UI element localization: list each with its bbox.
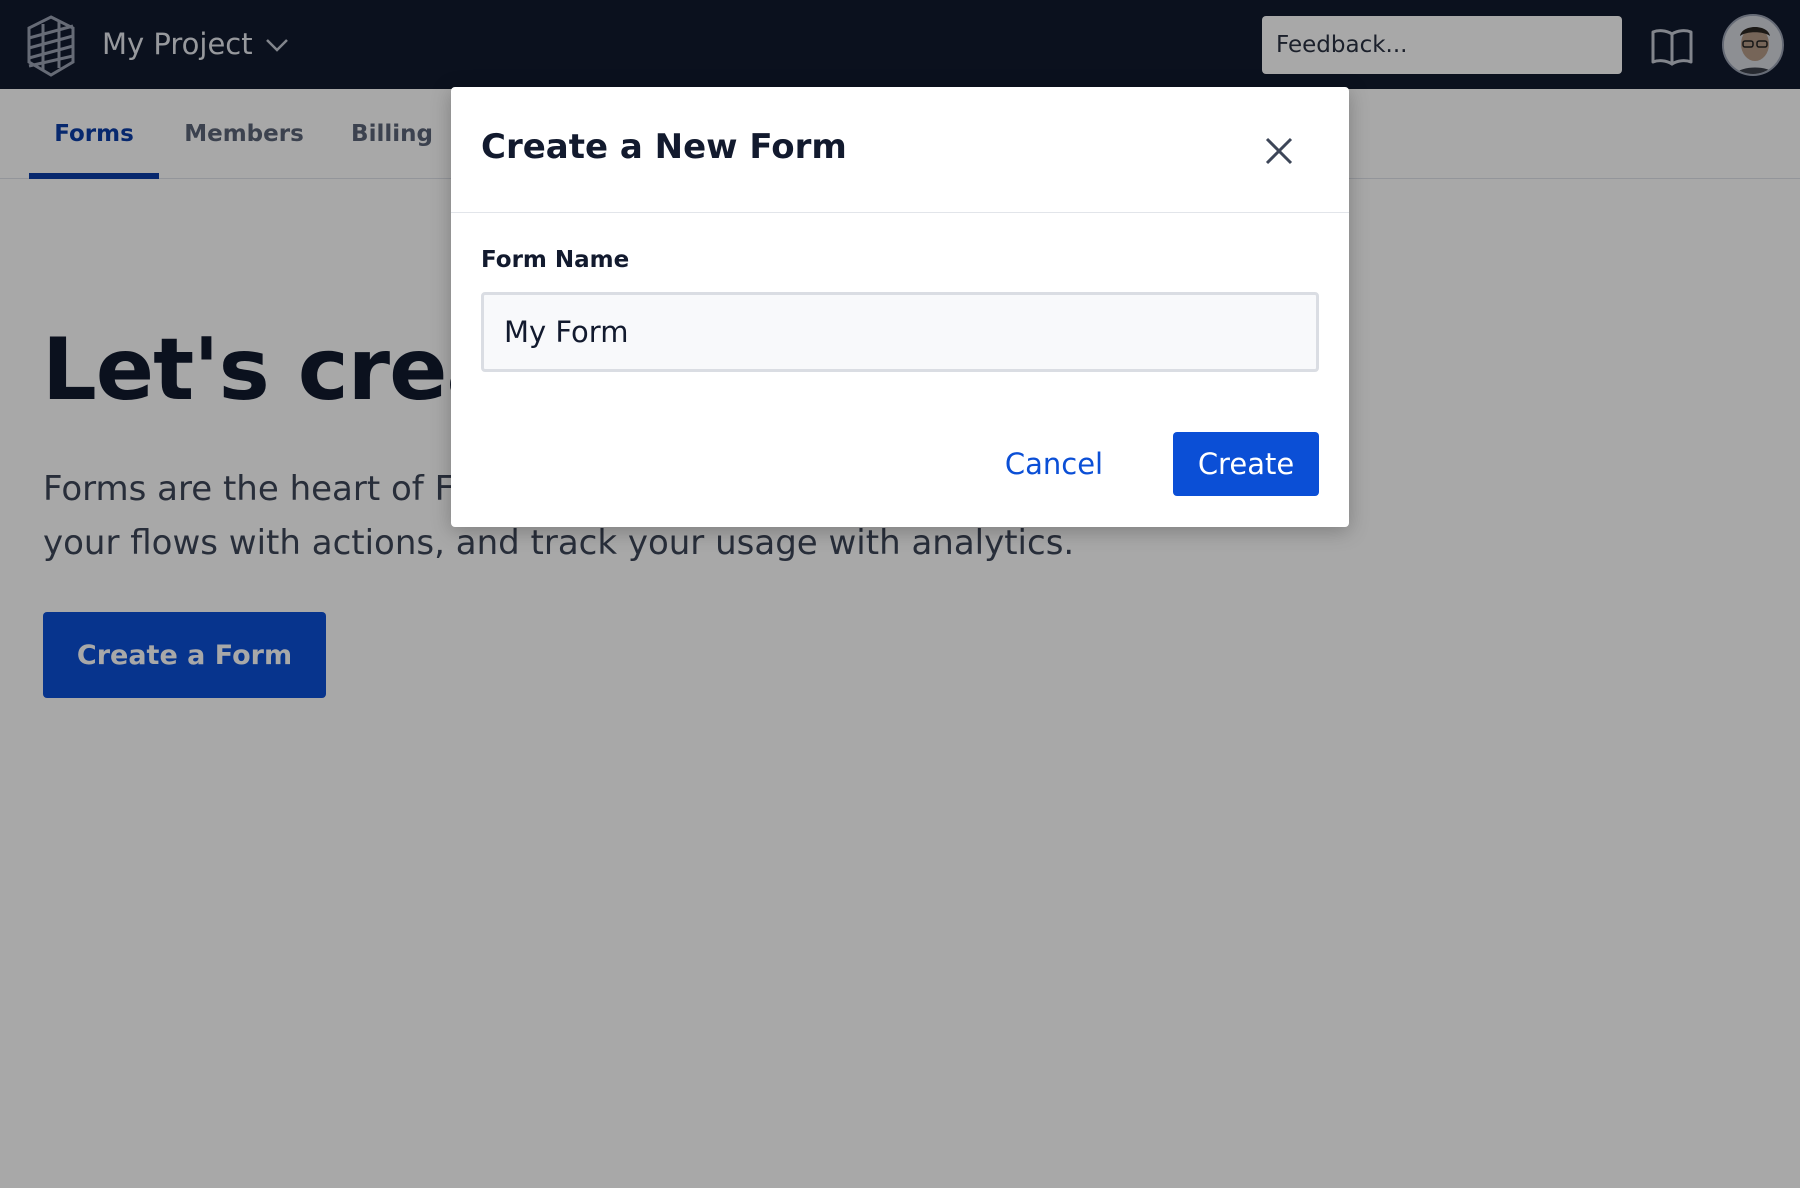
dialog-title: Create a New Form — [481, 127, 847, 167]
create-button[interactable]: Create — [1173, 432, 1319, 496]
cancel-button[interactable]: Cancel — [990, 432, 1118, 496]
close-button[interactable] — [1257, 129, 1301, 173]
form-name-label: Form Name — [481, 247, 630, 273]
create-form-dialog: Create a New Form Form Name Cancel Creat… — [451, 87, 1349, 527]
dialog-header: Create a New Form — [451, 87, 1349, 213]
close-icon — [1265, 137, 1293, 165]
form-name-input[interactable] — [481, 292, 1319, 372]
